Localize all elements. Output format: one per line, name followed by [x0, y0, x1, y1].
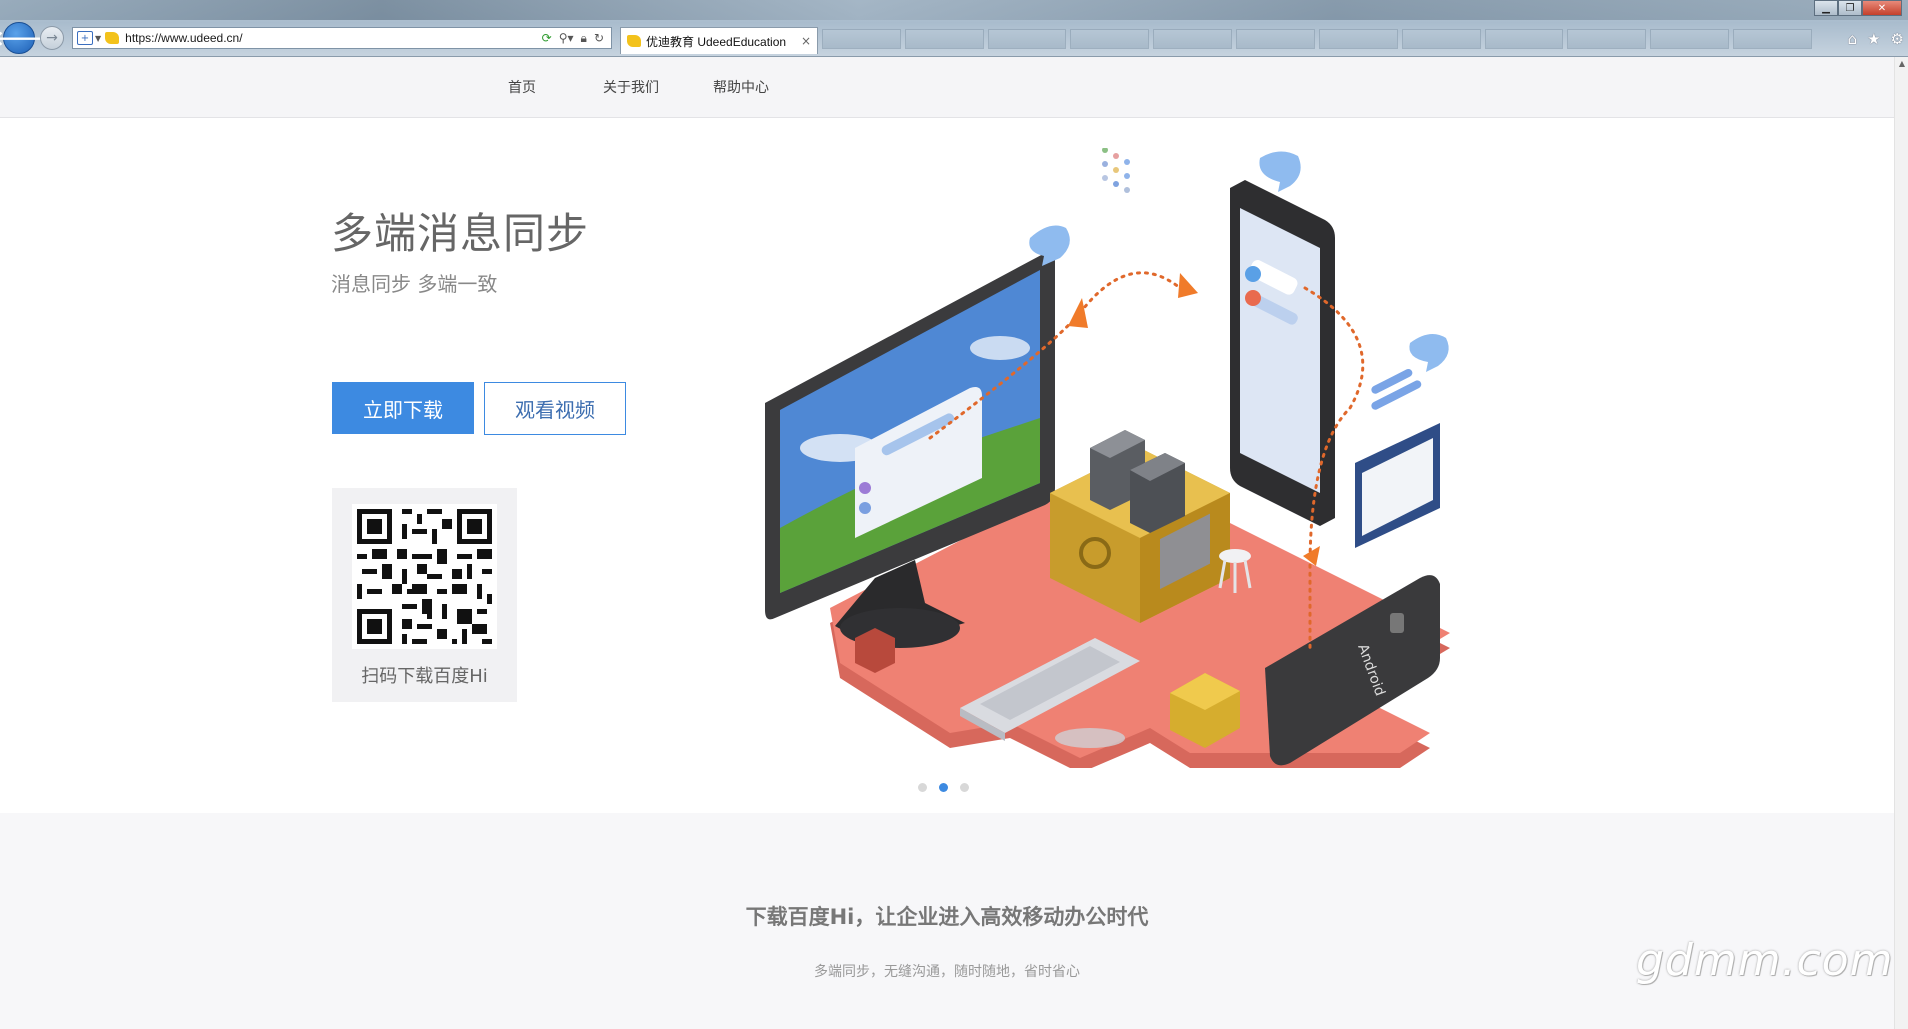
forward-button[interactable]: → — [40, 26, 64, 50]
background-tab[interactable] — [904, 29, 984, 49]
qr-caption: 扫码下载百度Hi — [361, 666, 488, 687]
background-tab[interactable] — [1567, 29, 1647, 49]
close-icon[interactable]: × — [801, 34, 811, 48]
reload-icon[interactable]: ↻ — [594, 31, 604, 45]
watch-video-button[interactable]: 观看视频 — [484, 382, 626, 435]
dots-grid-icon — [1102, 148, 1130, 193]
refresh-status-icon[interactable]: ⟳ — [542, 31, 552, 45]
carousel-dot-active[interactable] — [939, 783, 948, 792]
feature-title: 下载百度Hi，让企业进入高效移动办公时代 — [745, 905, 1149, 929]
window-controls: ▁ ❐ ✕ — [1814, 0, 1902, 16]
gear-icon[interactable]: ⚙ — [1891, 30, 1904, 48]
url-text[interactable]: https://www.udeed.cn/ — [125, 31, 542, 45]
download-button[interactable]: 立即下载 — [332, 382, 474, 434]
hero-title: 多端消息同步 — [331, 209, 590, 258]
feature-subtitle: 多端同步，无缝沟通，随时随地，省时省心 — [814, 964, 1080, 980]
hero-illustration: Android — [765, 148, 1450, 768]
carousel-indicators — [918, 783, 969, 792]
qr-code — [352, 504, 497, 649]
search-icon[interactable]: ⚲▾ — [559, 31, 574, 45]
background-tab[interactable] — [1650, 29, 1730, 49]
site-favicon — [105, 32, 120, 44]
site-nav: 首页 关于我们 帮助中心 — [0, 57, 1908, 118]
scroll-up-icon[interactable]: ▲ — [1895, 57, 1908, 71]
address-bar[interactable]: + ▼ https://www.udeed.cn/ ⟳ ⚲▾ 🔒︎ ↻ — [72, 27, 612, 49]
tab-favicon — [627, 35, 641, 47]
nav-item-about[interactable]: 关于我们 — [603, 77, 659, 97]
qr-card: 扫码下载百度Hi — [332, 488, 517, 702]
maximize-button[interactable]: ❐ — [1838, 0, 1862, 16]
background-tab[interactable] — [1153, 29, 1233, 49]
background-tab[interactable] — [822, 29, 901, 49]
back-arrow-icon: 🡐 — [0, 26, 46, 50]
background-tabs — [822, 27, 1812, 53]
page: 🡐 → + ▼ https://www.udeed.cn/ ⟳ ⚲▾ 🔒︎ ↻ … — [0, 0, 1908, 1029]
tab-active[interactable]: 优迪教育 UdeedEducation × — [620, 27, 818, 54]
background-tab[interactable] — [1318, 29, 1398, 49]
background-tab[interactable] — [1070, 29, 1150, 49]
shadow-shape — [1055, 728, 1125, 748]
feature-section: 下载百度Hi，让企业进入高效移动办公时代 多端同步，无缝沟通，随时随地，省时省心 — [0, 813, 1894, 1029]
window-close-button[interactable]: ✕ — [1862, 0, 1902, 16]
background-tab[interactable] — [987, 29, 1067, 49]
background-tab[interactable] — [1733, 29, 1812, 49]
watermark-text: gdmm.com — [1636, 935, 1894, 986]
nav-item-help[interactable]: 帮助中心 — [713, 77, 769, 97]
chevron-down-icon[interactable]: ▼ — [95, 34, 101, 43]
carousel-dot[interactable] — [918, 783, 927, 792]
back-button[interactable]: 🡐 — [0, 22, 46, 54]
hero-subtitle: 消息同步 多端一致 — [331, 272, 498, 296]
vertical-scrollbar[interactable]: ▲ — [1894, 57, 1908, 1029]
background-tab[interactable] — [1236, 29, 1315, 49]
browser-toolbar: 🡐 → + ▼ https://www.udeed.cn/ ⟳ ⚲▾ 🔒︎ ↻ … — [0, 0, 1908, 57]
background-tab[interactable] — [1401, 29, 1481, 49]
lock-icon[interactable]: 🔒︎ — [581, 31, 587, 46]
taskbar-blur — [0, 0, 1908, 20]
forward-arrow-icon: → — [46, 30, 58, 46]
phone-illustration — [1230, 180, 1335, 526]
compat-view-icon[interactable]: + — [77, 31, 93, 45]
nav-item-home[interactable]: 首页 — [508, 77, 536, 97]
carousel-dot[interactable] — [960, 783, 969, 792]
home-icon[interactable]: ⌂ — [1848, 30, 1858, 48]
hero-banner: 多端消息同步 消息同步 多端一致 立即下载 观看视频 扫码下载百度Hi Andr… — [0, 118, 1894, 813]
tab-title: 优迪教育 UdeedEducation — [646, 34, 787, 49]
toolbar-icons: ⌂ ★ ⚙ — [1848, 30, 1904, 48]
browser-card-illustration — [1355, 368, 1440, 548]
star-icon[interactable]: ★ — [1867, 30, 1880, 48]
background-tab[interactable] — [1484, 29, 1564, 49]
minimize-button[interactable]: ▁ — [1814, 0, 1838, 16]
